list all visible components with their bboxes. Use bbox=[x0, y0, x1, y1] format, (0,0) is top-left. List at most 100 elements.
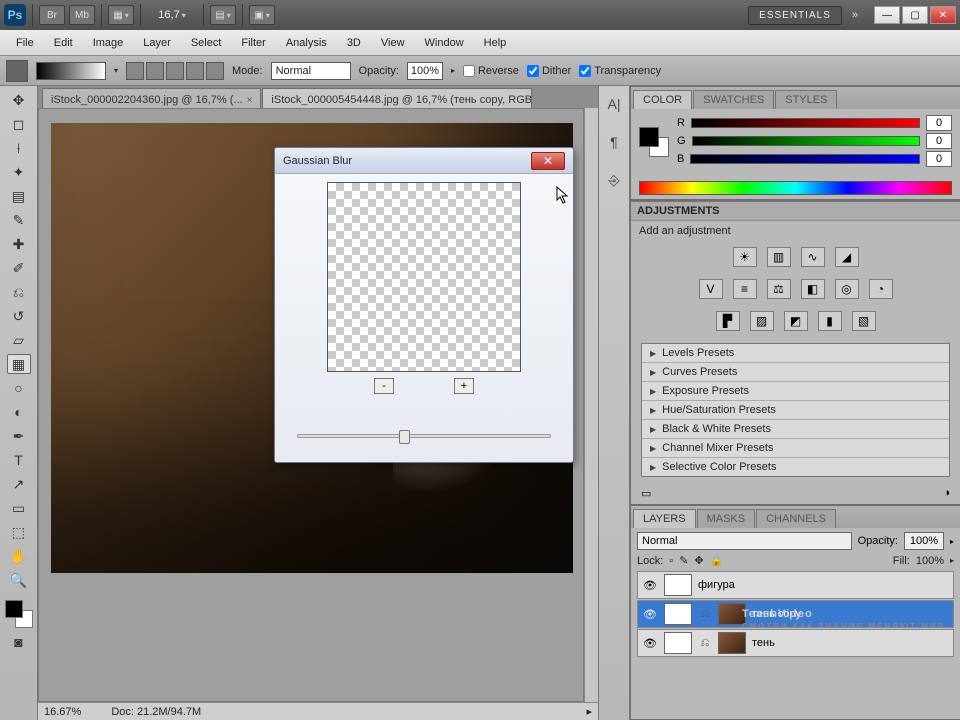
layer-row[interactable]: 👁 ⎌ тень bbox=[637, 629, 954, 657]
blur-tool-icon[interactable]: ○ bbox=[7, 378, 31, 398]
levels-icon[interactable]: ▥ bbox=[767, 247, 791, 267]
clone-source-icon[interactable]: ⎆ bbox=[604, 170, 624, 190]
visibility-icon[interactable]: 👁 bbox=[642, 606, 658, 622]
status-zoom[interactable]: 16.67% bbox=[44, 706, 81, 718]
lasso-tool-icon[interactable]: ⟊ bbox=[7, 138, 31, 158]
b-slider[interactable] bbox=[690, 154, 920, 164]
preset-item[interactable]: ▶Selective Color Presets bbox=[642, 458, 949, 476]
transparency-checkbox[interactable]: Transparency bbox=[579, 65, 661, 77]
menu-image[interactable]: Image bbox=[83, 33, 134, 53]
stamp-tool-icon[interactable]: ⎌ bbox=[7, 282, 31, 302]
heal-tool-icon[interactable]: ✚ bbox=[7, 234, 31, 254]
layer-name[interactable]: фигура bbox=[698, 579, 735, 591]
preset-item[interactable]: ▶Exposure Presets bbox=[642, 382, 949, 401]
wand-tool-icon[interactable]: ✦ bbox=[7, 162, 31, 182]
gradient-picker[interactable] bbox=[36, 62, 106, 80]
arrange-docs-button[interactable]: ▤▾ bbox=[210, 5, 236, 25]
tab-color[interactable]: COLOR bbox=[633, 90, 692, 109]
radius-slider[interactable] bbox=[297, 434, 551, 438]
gradient-map-icon[interactable]: ▮ bbox=[818, 311, 842, 331]
brush-tool-icon[interactable]: ✐ bbox=[7, 258, 31, 278]
minibridge-button[interactable]: Mb bbox=[69, 5, 95, 25]
invert-icon[interactable]: ▛ bbox=[716, 311, 740, 331]
lock-all-icon[interactable]: 🔒 bbox=[710, 554, 724, 567]
preset-item[interactable]: ▶Curves Presets bbox=[642, 363, 949, 382]
layer-row[interactable]: 👁 фигура bbox=[637, 571, 954, 599]
blur-preview[interactable] bbox=[327, 182, 521, 372]
history-brush-icon[interactable]: ↺ bbox=[7, 306, 31, 326]
dialog-titlebar[interactable]: Gaussian Blur ✕ bbox=[275, 148, 573, 174]
selective-color-icon[interactable]: ▧ bbox=[852, 311, 876, 331]
link-icon[interactable]: ⎌ bbox=[698, 637, 712, 650]
layer-row[interactable]: 👁 ⎌ тень copy TeachVideo СМОТРИ КАК ЗНАН… bbox=[637, 600, 954, 628]
zoom-in-button[interactable]: + bbox=[454, 378, 474, 394]
vibrance-icon[interactable]: V bbox=[699, 279, 723, 299]
tab-swatches[interactable]: SWATCHES bbox=[693, 90, 774, 109]
maximize-button[interactable]: ▢ bbox=[902, 6, 928, 24]
bw-icon[interactable]: ◧ bbox=[801, 279, 825, 299]
fill-field[interactable]: 100% bbox=[916, 555, 944, 567]
layer-thumb[interactable] bbox=[664, 603, 692, 625]
reflected-gradient-icon[interactable] bbox=[186, 62, 204, 80]
pen-tool-icon[interactable]: ✒ bbox=[7, 426, 31, 446]
shape-tool-icon[interactable]: ▭ bbox=[7, 498, 31, 518]
dialog-close-button[interactable]: ✕ bbox=[531, 152, 565, 170]
lock-pixels-icon[interactable]: ✎ bbox=[679, 554, 688, 567]
blend-mode-dropdown[interactable]: Normal bbox=[271, 62, 351, 80]
g-value[interactable]: 0 bbox=[926, 133, 952, 149]
r-slider[interactable] bbox=[691, 118, 920, 128]
menu-filter[interactable]: Filter bbox=[231, 33, 275, 53]
layer-thumb[interactable] bbox=[664, 574, 692, 596]
document-tab[interactable]: iStock_000005454448.jpg @ 16,7% (тень co… bbox=[262, 88, 532, 108]
marquee-tool-icon[interactable]: ◻ bbox=[7, 114, 31, 134]
reverse-checkbox[interactable]: Reverse bbox=[463, 65, 519, 77]
radial-gradient-icon[interactable] bbox=[146, 62, 164, 80]
g-slider[interactable] bbox=[692, 136, 920, 146]
menu-select[interactable]: Select bbox=[181, 33, 232, 53]
menu-analysis[interactable]: Analysis bbox=[276, 33, 337, 53]
visibility-icon[interactable]: 👁 bbox=[642, 577, 658, 593]
dither-checkbox[interactable]: Dither bbox=[527, 65, 571, 77]
layer-opacity-field[interactable]: 100% bbox=[904, 532, 944, 550]
color-fgbg[interactable] bbox=[639, 127, 669, 157]
menu-help[interactable]: Help bbox=[474, 33, 517, 53]
minimize-button[interactable]: — bbox=[874, 6, 900, 24]
threshold-icon[interactable]: ◩ bbox=[784, 311, 808, 331]
linear-gradient-icon[interactable] bbox=[126, 62, 144, 80]
vertical-scrollbar[interactable] bbox=[584, 108, 598, 702]
menu-layer[interactable]: Layer bbox=[133, 33, 181, 53]
move-tool-icon[interactable]: ✥ bbox=[7, 90, 31, 110]
curves-icon[interactable]: ∿ bbox=[801, 247, 825, 267]
preset-item[interactable]: ▶Channel Mixer Presets bbox=[642, 439, 949, 458]
photo-filter-icon[interactable]: ◎ bbox=[835, 279, 859, 299]
angle-gradient-icon[interactable] bbox=[166, 62, 184, 80]
path-tool-icon[interactable]: ↗ bbox=[7, 474, 31, 494]
diamond-gradient-icon[interactable] bbox=[206, 62, 224, 80]
close-button[interactable]: ✕ bbox=[930, 6, 956, 24]
menu-view[interactable]: View bbox=[371, 33, 415, 53]
adj-clip-icon[interactable]: ◑ bbox=[943, 487, 950, 500]
b-value[interactable]: 0 bbox=[926, 151, 952, 167]
hand-tool-icon[interactable]: ✋ bbox=[7, 546, 31, 566]
status-arrow-icon[interactable]: ▸ bbox=[586, 705, 592, 718]
adj-new-icon[interactable]: ▭ bbox=[641, 487, 651, 500]
crop-tool-icon[interactable]: ▤ bbox=[7, 186, 31, 206]
gradient-tool-icon[interactable]: ▦ bbox=[7, 354, 31, 374]
tab-channels[interactable]: CHANNELS bbox=[756, 509, 836, 528]
slider-handle[interactable] bbox=[399, 430, 410, 444]
hue-sat-icon[interactable]: ≡ bbox=[733, 279, 757, 299]
document-tab[interactable]: iStock_000002204360.jpg @ 16,7% (...× bbox=[42, 88, 261, 108]
preset-item[interactable]: ▶Black & White Presets bbox=[642, 420, 949, 439]
tab-styles[interactable]: STYLES bbox=[775, 90, 837, 109]
posterize-icon[interactable]: ▨ bbox=[750, 311, 774, 331]
menu-window[interactable]: Window bbox=[415, 33, 474, 53]
color-balance-icon[interactable]: ⚖ bbox=[767, 279, 791, 299]
zoom-level-field[interactable]: 16,7 ▾ bbox=[147, 5, 197, 25]
visibility-icon[interactable]: 👁 bbox=[642, 635, 658, 651]
lock-pos-icon[interactable]: ✥ bbox=[694, 554, 703, 567]
photoshop-logo-icon[interactable]: Ps bbox=[4, 4, 26, 26]
extra-menu-button[interactable]: ▣▾ bbox=[249, 5, 275, 25]
mask-thumb[interactable] bbox=[718, 632, 746, 654]
chevrons-icon[interactable]: » bbox=[852, 9, 858, 21]
menu-edit[interactable]: Edit bbox=[44, 33, 83, 53]
